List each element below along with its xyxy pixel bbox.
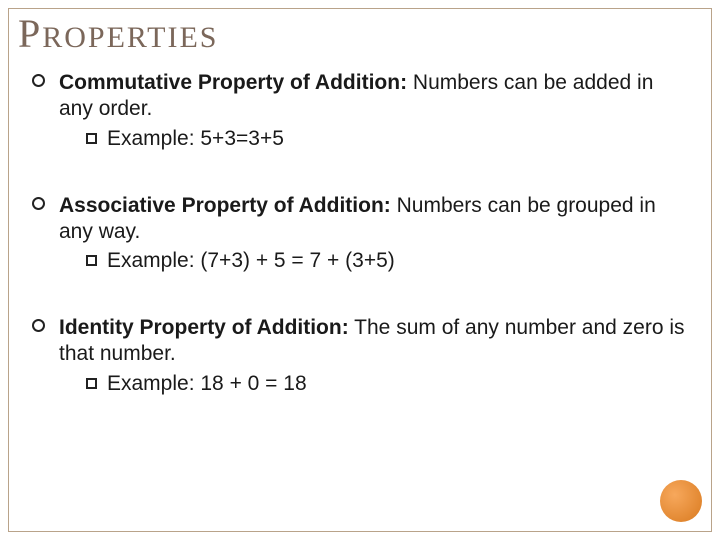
title-first-letter: P	[18, 11, 42, 56]
property-text: Commutative Property of Addition: Number…	[59, 70, 688, 123]
slide-title: PROPERTIES	[18, 10, 218, 57]
title-rest: ROPERTIES	[42, 21, 218, 54]
bullet-square-icon	[86, 378, 97, 389]
example-value: (7+3) + 5 = 7 + (3+5)	[195, 249, 395, 272]
bullet-circle-icon	[32, 197, 45, 210]
property-text: Associative Property of Addition: Number…	[59, 193, 688, 246]
property-name: Commutative Property of Addition:	[59, 71, 407, 94]
property-block: Identity Property of Addition: The sum o…	[32, 315, 688, 396]
bullet-square-icon	[86, 255, 97, 266]
example-text: Example: 18 + 0 = 18	[107, 372, 307, 396]
bullet-circle-icon	[32, 319, 45, 332]
property-text: Identity Property of Addition: The sum o…	[59, 315, 688, 368]
content-area: Commutative Property of Addition: Number…	[32, 70, 688, 438]
property-name: Associative Property of Addition:	[59, 194, 391, 217]
example-label: Example:	[107, 127, 195, 150]
example-value: 18 + 0 = 18	[195, 372, 307, 395]
property-name: Identity Property of Addition:	[59, 316, 349, 339]
property-block: Commutative Property of Addition: Number…	[32, 70, 688, 151]
example-value: 5+3=3+5	[195, 127, 284, 150]
bullet-circle-icon	[32, 74, 45, 87]
example-text: Example: (7+3) + 5 = 7 + (3+5)	[107, 249, 395, 273]
bullet-square-icon	[86, 133, 97, 144]
example-text: Example: 5+3=3+5	[107, 127, 284, 151]
accent-circle-icon	[660, 480, 702, 522]
property-block: Associative Property of Addition: Number…	[32, 193, 688, 274]
example-label: Example:	[107, 249, 195, 272]
example-label: Example:	[107, 372, 195, 395]
